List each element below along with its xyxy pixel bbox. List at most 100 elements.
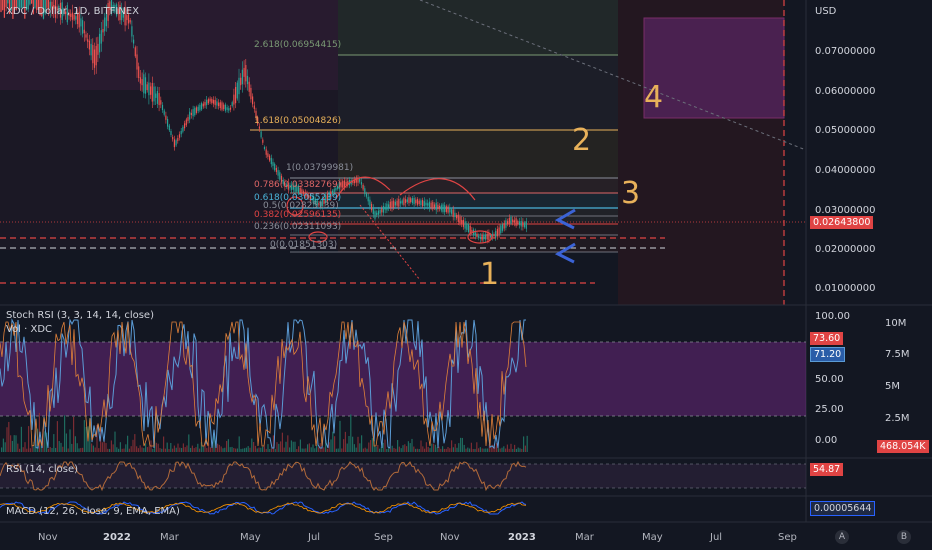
vol-axis-7-5m: 7.5M xyxy=(885,349,910,360)
volume-bar xyxy=(235,448,237,452)
stoch-axis-0: 0.00 xyxy=(815,435,838,446)
candle-body xyxy=(486,233,488,240)
candle-body xyxy=(364,188,366,195)
chart-canvas[interactable] xyxy=(0,0,932,550)
volume-bar xyxy=(29,448,31,452)
volume-bar xyxy=(159,448,161,452)
candle-body xyxy=(272,162,274,166)
candle-body xyxy=(524,222,526,228)
candle-body xyxy=(187,117,189,121)
volume-bar xyxy=(179,447,181,452)
fib-zone xyxy=(338,193,618,208)
volume-bar xyxy=(418,448,420,452)
volume-bar xyxy=(20,426,22,452)
volume-bar xyxy=(490,446,492,452)
volume-bar xyxy=(521,448,523,452)
volume-bar xyxy=(375,446,377,452)
volume-bar xyxy=(508,448,510,452)
volume-bar xyxy=(292,441,294,452)
candle-body xyxy=(195,107,198,113)
volume-bar xyxy=(422,446,424,452)
candle-body xyxy=(445,206,447,212)
volume-bar xyxy=(366,448,368,452)
volume-bar xyxy=(512,448,514,452)
volume-bar xyxy=(487,448,489,452)
candle-body xyxy=(476,233,478,238)
volume-bar xyxy=(128,448,130,452)
annotation-1[interactable]: 1 xyxy=(480,257,499,292)
annotation-4[interactable]: 4 xyxy=(644,80,663,115)
volume-bar xyxy=(397,440,399,452)
stoch-d-badge: 71.20 xyxy=(810,347,846,362)
volume-bar xyxy=(166,442,168,452)
annotation-2[interactable]: 2 xyxy=(572,123,591,158)
volume-bar xyxy=(323,447,325,452)
volume-bar xyxy=(505,448,507,452)
volume-bar xyxy=(334,436,336,452)
macd-title[interactable]: MACD (12, 26, close, 9, EMA, EMA) xyxy=(6,506,180,517)
volume-bar xyxy=(17,443,19,452)
volume-bar xyxy=(227,439,229,452)
volume-bar xyxy=(506,444,508,452)
volume-bar xyxy=(404,444,406,452)
symbol-title[interactable]: XDC / Dollar, 1D, BITFINEX xyxy=(6,6,139,17)
candle-body xyxy=(430,202,432,208)
volume-bar xyxy=(60,442,62,452)
candle-body xyxy=(204,101,206,106)
candle-body xyxy=(518,221,521,225)
candle-body xyxy=(466,223,468,230)
candle-body xyxy=(279,172,281,180)
volume-bar xyxy=(94,447,96,452)
stoch-rsi-title[interactable]: Stoch RSI (3, 3, 14, 14, close) xyxy=(6,310,154,321)
volume-bar xyxy=(339,420,341,452)
price-axis-label: 0.07000000 xyxy=(815,46,876,57)
volume-bar xyxy=(233,447,235,452)
candle-body xyxy=(192,109,194,117)
volume-bar xyxy=(308,443,310,452)
corner-button-b[interactable]: B xyxy=(897,530,911,544)
candle-body xyxy=(228,108,230,111)
volume-bar xyxy=(434,444,436,452)
candle-body xyxy=(182,126,184,132)
volume-bar xyxy=(47,448,49,452)
volume-bar xyxy=(303,448,305,452)
volume-bar xyxy=(109,448,111,452)
volume-badge: 468.054K xyxy=(877,440,929,453)
candle-body xyxy=(478,235,480,238)
candle-body xyxy=(360,182,362,185)
volume-bar xyxy=(125,444,127,452)
volume-bar xyxy=(217,443,219,452)
volume-bar xyxy=(467,447,469,452)
target-box-4[interactable] xyxy=(643,17,785,119)
volume-bar xyxy=(451,440,453,452)
volume-bar xyxy=(440,448,442,452)
volume-bar xyxy=(352,436,354,452)
candle-body xyxy=(231,102,233,107)
candle-body xyxy=(410,198,412,203)
volume-bar xyxy=(146,447,148,452)
candle-body xyxy=(507,221,509,224)
candle-body xyxy=(134,47,136,57)
candle-body xyxy=(388,204,390,208)
chart-stage[interactable]: XDC / Dollar, 1D, BITFINEX USD 0.0700000… xyxy=(0,0,932,550)
rsi-title[interactable]: RSI (14, close) xyxy=(6,464,78,475)
corner-button-a[interactable]: A xyxy=(835,530,849,544)
volume-bar xyxy=(474,448,476,452)
volume-bar xyxy=(173,445,175,452)
volume-bar xyxy=(231,446,233,452)
candle-body xyxy=(270,157,272,165)
candle-body xyxy=(31,0,33,4)
volume-bar xyxy=(411,438,413,452)
volume-title[interactable]: Vol · XDC xyxy=(6,324,52,335)
candle-body xyxy=(100,30,102,44)
candle-body xyxy=(201,103,203,110)
volume-bar xyxy=(307,444,309,452)
volume-bar xyxy=(429,448,431,452)
volume-bar xyxy=(269,448,271,452)
candle-body xyxy=(189,111,191,120)
volume-bar xyxy=(53,434,55,452)
candle-body xyxy=(221,102,223,110)
candle-body xyxy=(479,236,481,239)
annotation-3[interactable]: 3 xyxy=(621,176,640,211)
candle-body xyxy=(80,18,82,27)
